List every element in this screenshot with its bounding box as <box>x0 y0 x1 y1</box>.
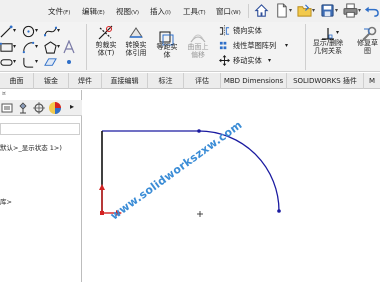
menu-window-accel: (W) <box>231 10 241 16</box>
linear-pattern-dropdown-icon[interactable]: ▾ <box>285 42 288 50</box>
move-entities-label[interactable]: 移动实体 <box>233 56 262 66</box>
menu-window-label: 窗口 <box>216 7 231 16</box>
menu-edit[interactable]: 编辑(E) <box>82 6 105 17</box>
menu-file-accel: (F) <box>63 10 71 16</box>
spline-dropdown-icon[interactable]: ▾ <box>57 27 60 35</box>
new-document-icon[interactable] <box>274 3 289 18</box>
tab-solidworks-addins[interactable]: SOLIDWORKS 插件 <box>287 73 364 89</box>
menu-file[interactable]: 文件(F) <box>48 6 70 17</box>
display-delete-relations-label: 显示/删除 几何关系 <box>312 39 344 55</box>
ribbon-separator-2 <box>305 24 306 70</box>
command-manager-tabs: 曲面 钣金 焊件 直接编辑 标注 评估 MBD Dimensions SOLID… <box>0 73 380 89</box>
tab-mbd-dimensions[interactable]: MBD Dimensions <box>221 73 287 89</box>
offset-on-surface-label: 曲面上 偏移 <box>187 43 209 59</box>
tab-dimxpert[interactable]: 标注 <box>148 73 184 89</box>
mirror-entities-label[interactable]: 镜向实体 <box>233 26 262 36</box>
line-tool-icon[interactable] <box>0 25 13 38</box>
convert-entities-label: 转换实 体引用 <box>125 41 147 57</box>
mirror-entities-icon[interactable] <box>219 25 230 36</box>
library-item-text[interactable]: 库> <box>0 196 12 206</box>
cursor-crosshair-icon <box>197 211 203 217</box>
menu-insert-accel: (I) <box>165 10 171 16</box>
convert-entities-icon[interactable] <box>127 24 145 42</box>
offset-entities-label: 等距实 体 <box>156 43 178 59</box>
menu-tools-label: 工具 <box>183 7 198 16</box>
print-icon[interactable] <box>343 3 358 18</box>
menu-view[interactable]: 视图(V) <box>116 6 139 17</box>
trim-entities-label: 剪裁实 体(T) <box>95 41 117 57</box>
polygon-dropdown-icon[interactable]: ▾ <box>57 43 60 51</box>
command-manager-ribbon: ▾ ▾ ▾ ▾ ▾ ▾ ▾ ▾ 剪裁实 体(T) 转换实 体引用 等距实 体 曲… <box>0 22 380 72</box>
open-dropdown-icon[interactable]: ▾ <box>312 7 315 14</box>
graphics-area[interactable] <box>82 90 380 282</box>
linear-pattern-label[interactable]: 线性草图阵列 <box>233 41 276 51</box>
slot-tool-icon[interactable] <box>0 56 13 69</box>
arc-tool-icon[interactable] <box>22 41 35 54</box>
tab-sheet-metal[interactable]: 钣金 <box>34 73 69 89</box>
move-dropdown-icon[interactable]: ▾ <box>268 57 271 65</box>
tab-more[interactable]: M <box>364 73 380 89</box>
slot-dropdown-icon[interactable]: ▾ <box>13 58 16 66</box>
point-tool-icon[interactable] <box>64 57 74 67</box>
trim-entities-icon[interactable] <box>97 24 115 42</box>
menu-tools[interactable]: 工具(T) <box>183 6 206 17</box>
fillet-dropdown-icon[interactable]: ▾ <box>35 58 38 66</box>
tab-surfaces[interactable]: 曲面 <box>0 73 34 89</box>
menu-separator <box>248 4 249 18</box>
arc-end-point[interactable] <box>277 209 281 213</box>
open-folder-icon[interactable] <box>297 3 312 18</box>
new-dropdown-icon[interactable]: ▾ <box>289 7 292 14</box>
save-icon[interactable] <box>320 3 335 18</box>
menu-bar: 文件(F) 编辑(E) 视图(V) 插入(I) 工具(T) 窗口(W) ▾ ▾ … <box>0 0 380 22</box>
polygon-tool-icon[interactable] <box>44 41 57 54</box>
move-entities-icon[interactable] <box>219 55 230 66</box>
rectangle-dropdown-icon[interactable]: ▾ <box>13 43 16 51</box>
menu-file-label: 文件 <box>48 7 63 16</box>
circle-dropdown-icon[interactable]: ▾ <box>35 27 38 35</box>
spline-tool-icon[interactable] <box>44 25 57 38</box>
tab-evaluate[interactable]: 评估 <box>184 73 221 89</box>
panel-tabs: ▸ <box>0 100 82 116</box>
line-dropdown-icon[interactable]: ▾ <box>13 27 16 35</box>
relations-dropdown-icon[interactable]: ▾ <box>336 29 339 37</box>
plane-tool-icon[interactable] <box>44 56 57 69</box>
rectangle-tool-icon[interactable] <box>0 41 13 54</box>
arc-start-point[interactable] <box>197 129 201 133</box>
property-manager-icon[interactable] <box>0 101 14 115</box>
linear-pattern-icon[interactable] <box>219 40 230 51</box>
undo-icon[interactable] <box>364 3 379 18</box>
menu-view-label: 视图 <box>116 7 131 16</box>
menu-edit-accel: (E) <box>97 10 105 16</box>
fillet-tool-icon[interactable] <box>22 56 35 69</box>
tab-weldments[interactable]: 焊件 <box>69 73 102 89</box>
menu-tools-accel: (T) <box>198 10 206 16</box>
display-manager-icon[interactable] <box>48 101 62 115</box>
menu-view-accel: (V) <box>131 10 140 16</box>
circle-tool-icon[interactable] <box>22 25 35 38</box>
menu-insert-label: 插入 <box>150 7 165 16</box>
configuration-manager-icon[interactable] <box>16 101 30 115</box>
panel-tab-marker: ¤ <box>2 90 6 97</box>
save-dropdown-icon[interactable]: ▾ <box>335 7 338 14</box>
ribbon-separator <box>86 24 87 70</box>
menu-insert[interactable]: 插入(I) <box>150 6 171 17</box>
feature-manager-panel: ¤ ▸ 默认>_显示状态 1>) 库> <box>0 90 82 282</box>
panel-tabs-more-icon[interactable]: ▸ <box>70 102 74 111</box>
dimxpert-manager-icon[interactable] <box>32 101 46 115</box>
panel-filter-field[interactable] <box>0 123 80 135</box>
arc-dropdown-icon[interactable]: ▾ <box>35 43 38 51</box>
config-display-state-text[interactable]: 默认>_显示状态 1>) <box>0 142 62 152</box>
sketch-svg <box>99 129 281 217</box>
print-dropdown-icon[interactable]: ▾ <box>358 7 361 14</box>
home-icon[interactable] <box>254 3 269 18</box>
menu-window[interactable]: 窗口(W) <box>216 6 241 17</box>
repair-sketch-label: 修复草 图 <box>357 39 378 55</box>
text-tool-icon[interactable] <box>62 40 76 54</box>
tab-direct-editing[interactable]: 直接编辑 <box>102 73 148 89</box>
menu-edit-label: 编辑 <box>82 7 97 16</box>
